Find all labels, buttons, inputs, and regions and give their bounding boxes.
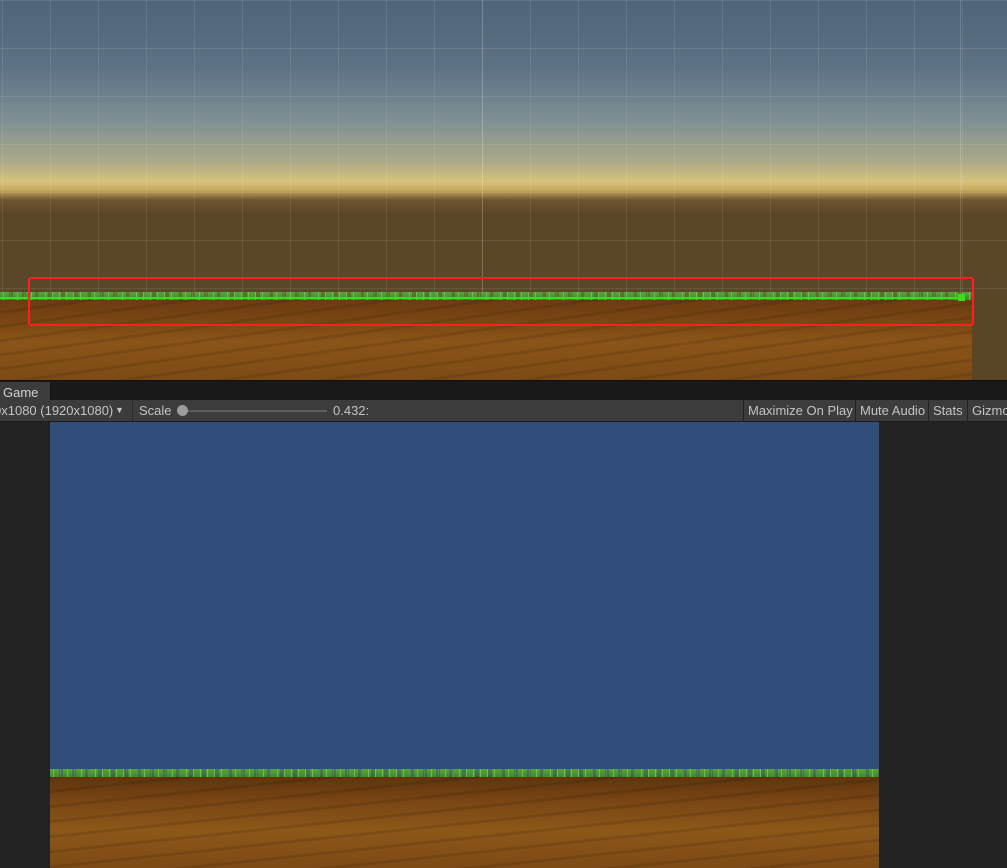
scale-slider-track[interactable]	[182, 410, 327, 412]
tab-game[interactable]: Game	[0, 382, 51, 401]
tab-bar: Game	[0, 380, 1007, 401]
game-grass-edge	[50, 769, 879, 777]
stats-button[interactable]: Stats	[928, 400, 971, 421]
scale-value: 0.432:	[333, 403, 370, 418]
scale-slider-thumb[interactable]	[177, 405, 188, 416]
tab-game-label: Game	[3, 385, 39, 400]
scene-background-edge	[972, 297, 1007, 380]
game-toolbar: 0x1080 (1920x1080) ▼ Scale 0.432: Maximi…	[0, 400, 1007, 422]
game-ground-sprite	[50, 775, 879, 868]
scene-view[interactable]	[0, 0, 1007, 380]
gizmos-button[interactable]: Gizmo	[967, 400, 1007, 421]
chevron-down-icon: ▼	[115, 405, 124, 415]
game-view[interactable]	[0, 422, 1007, 868]
resolution-dropdown[interactable]: 0x1080 (1920x1080) ▼	[0, 400, 133, 421]
selection-highlight	[28, 277, 974, 326]
game-render-canvas[interactable]	[50, 422, 879, 868]
scale-label: Scale	[139, 403, 172, 418]
maximize-on-play-button[interactable]: Maximize On Play	[743, 400, 856, 421]
resolution-label: 0x1080 (1920x1080)	[0, 403, 114, 418]
mute-audio-button[interactable]: Mute Audio	[855, 400, 931, 421]
